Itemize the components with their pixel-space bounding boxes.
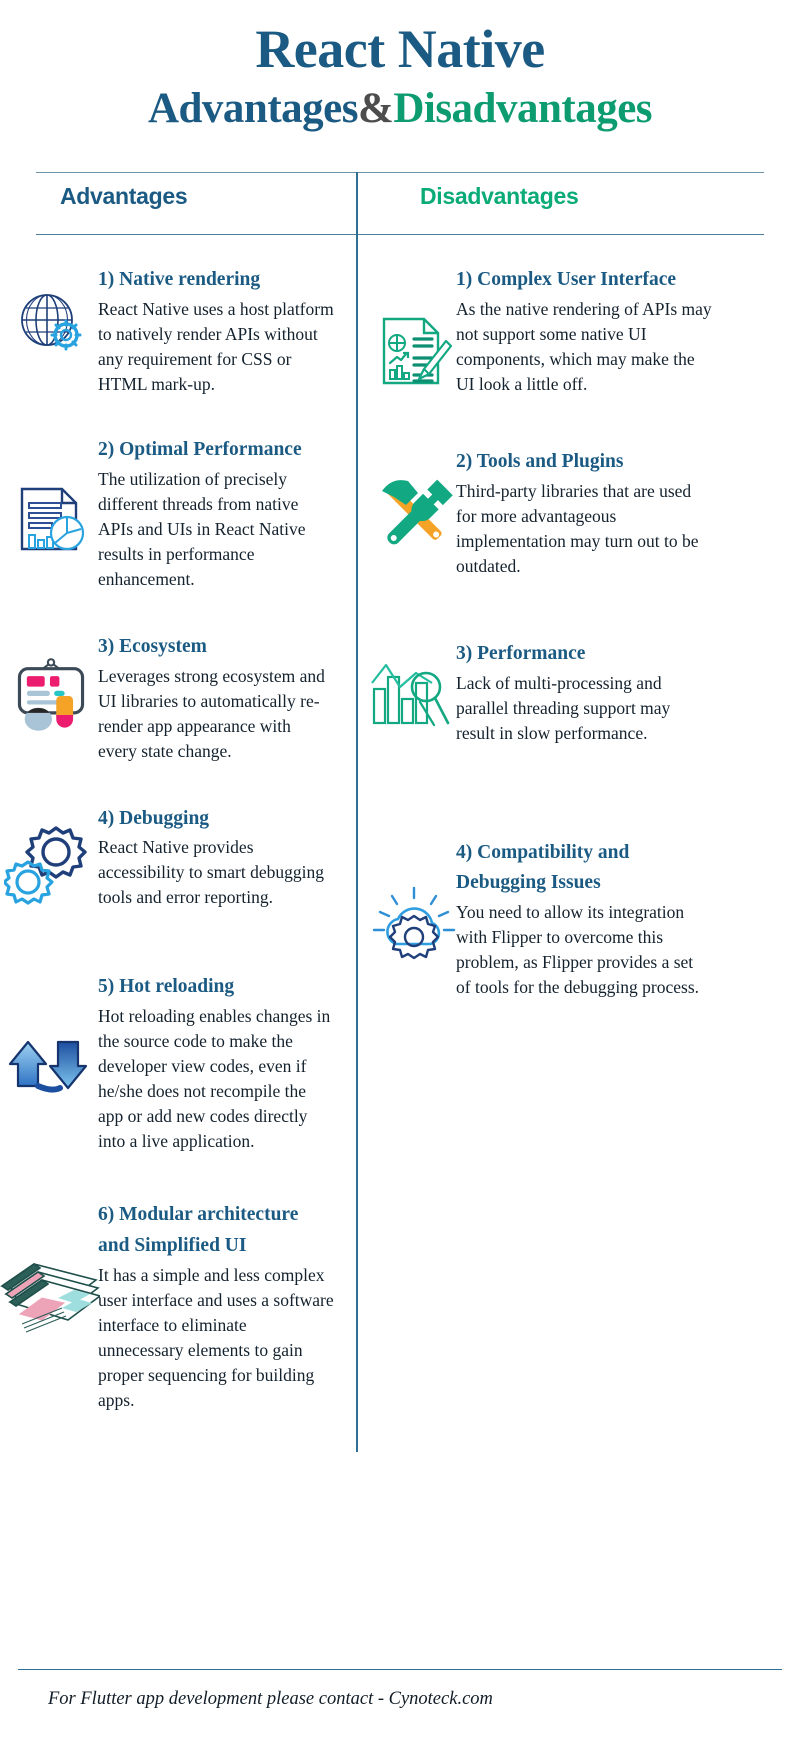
- advantages-header-label: Advantages: [60, 183, 188, 209]
- page-subtitle: Advantages&Disadvantages: [0, 86, 800, 131]
- column-headers: Advantages Disadvantages: [0, 183, 800, 210]
- advantage-item-1: 1) Native rendering React Native uses a …: [0, 265, 356, 397]
- header-divider-top: [36, 172, 764, 173]
- column-header-disadvantages: Disadvantages: [400, 183, 800, 210]
- reload-arrows-icon: [8, 1024, 96, 1112]
- stacked-windows-icon: [0, 1242, 100, 1342]
- disadvantage-1-body: As the native rendering of APIs may not …: [456, 298, 712, 394]
- gears-debug-icon: [4, 822, 100, 918]
- document-chart-icon: [14, 483, 92, 561]
- advantage-4-body: React Native provides accessibility to s…: [98, 837, 324, 908]
- disadvantage-item-4: 4) Compatibility and Debugging Issues Yo…: [356, 838, 800, 1001]
- disadvantage-item-2: 2) Tools and Plugins Third-party librari…: [356, 447, 800, 579]
- disadvantage-item-1: 1) Complex User Interface As the native …: [356, 265, 800, 397]
- bar-chart-magnifier-icon: [370, 653, 456, 739]
- disadvantage-3-title: 3) Performance: [456, 642, 586, 664]
- content-columns: 1) Native rendering React Native uses a …: [0, 243, 800, 1439]
- globe-gear-icon: [14, 285, 92, 363]
- footer-contact-text: For Flutter app development please conta…: [48, 1689, 493, 1709]
- document-pencil-icon: [376, 313, 454, 391]
- advantage-1-title: 1) Native rendering: [98, 269, 261, 290]
- advantage-6-body: It has a simple and less complex user in…: [98, 1264, 334, 1410]
- advantage-item-3: 3) Ecosystem Leverages strong ecosystem …: [0, 632, 356, 764]
- disadvantage-4-title: 4) Compatibility and Debugging Issues: [456, 841, 630, 894]
- disadvantage-3-body: Lack of multi-processing and parallel th…: [456, 672, 671, 743]
- disadvantage-2-title: 2) Tools and Plugins: [456, 450, 624, 472]
- cloud-gear-icon: [368, 886, 460, 978]
- header-divider-bottom: [36, 234, 764, 235]
- advantages-column: 1) Native rendering React Native uses a …: [0, 243, 356, 1439]
- advantage-3-title: 3) Ecosystem: [98, 635, 207, 657]
- advantage-item-2: 2) Optimal Performance The utilization o…: [0, 435, 356, 592]
- disadvantage-4-body: You need to allow its integration with F…: [456, 902, 700, 998]
- advantage-item-6: 6) Modular architecture and Simplified U…: [0, 1200, 356, 1413]
- disadvantage-2-body: Third-party libraries that are used for …: [456, 480, 699, 576]
- advantage-6-title: 6) Modular architecture and Simplified U…: [98, 1204, 299, 1257]
- subtitle-ampersand: &: [358, 85, 394, 132]
- subtitle-advantages: Advantages: [147, 85, 359, 132]
- disadvantages-column: 1) Complex User Interface As the native …: [356, 243, 800, 1439]
- advantage-3-body: Leverages strong ecosystem and UI librar…: [98, 665, 325, 761]
- column-header-advantages: Advantages: [0, 183, 400, 210]
- hammer-wrench-icon: [370, 469, 462, 561]
- subtitle-disadvantages: Disadvantages: [393, 85, 653, 132]
- advantage-5-title: 5) Hot reloading: [98, 976, 235, 998]
- footer-divider: [18, 1668, 782, 1670]
- advantage-5-body: Hot reloading enables changes in the sou…: [98, 1006, 331, 1152]
- page-title: React Native: [255, 19, 545, 79]
- advantage-item-4: 4) Debugging React Native provides acces…: [0, 804, 356, 911]
- infographic-header: React Native Advantages&Disadvantages: [0, 0, 800, 131]
- advantage-item-5: 5) Hot reloading Hot reloading enables c…: [0, 972, 356, 1154]
- disadvantage-item-3: 3) Performance Lack of multi-processing …: [356, 639, 800, 746]
- advantage-4-title: 4) Debugging: [98, 807, 210, 829]
- advantage-2-title: 2) Optimal Performance: [98, 438, 302, 460]
- disadvantage-1-title: 1) Complex User Interface: [456, 269, 677, 290]
- advantage-1-body: React Native uses a host platform to nat…: [98, 298, 334, 394]
- disadvantages-header-label: Disadvantages: [420, 183, 579, 209]
- ui-components-icon: [10, 654, 88, 732]
- advantage-2-body: The utilization of precisely different t…: [98, 468, 306, 589]
